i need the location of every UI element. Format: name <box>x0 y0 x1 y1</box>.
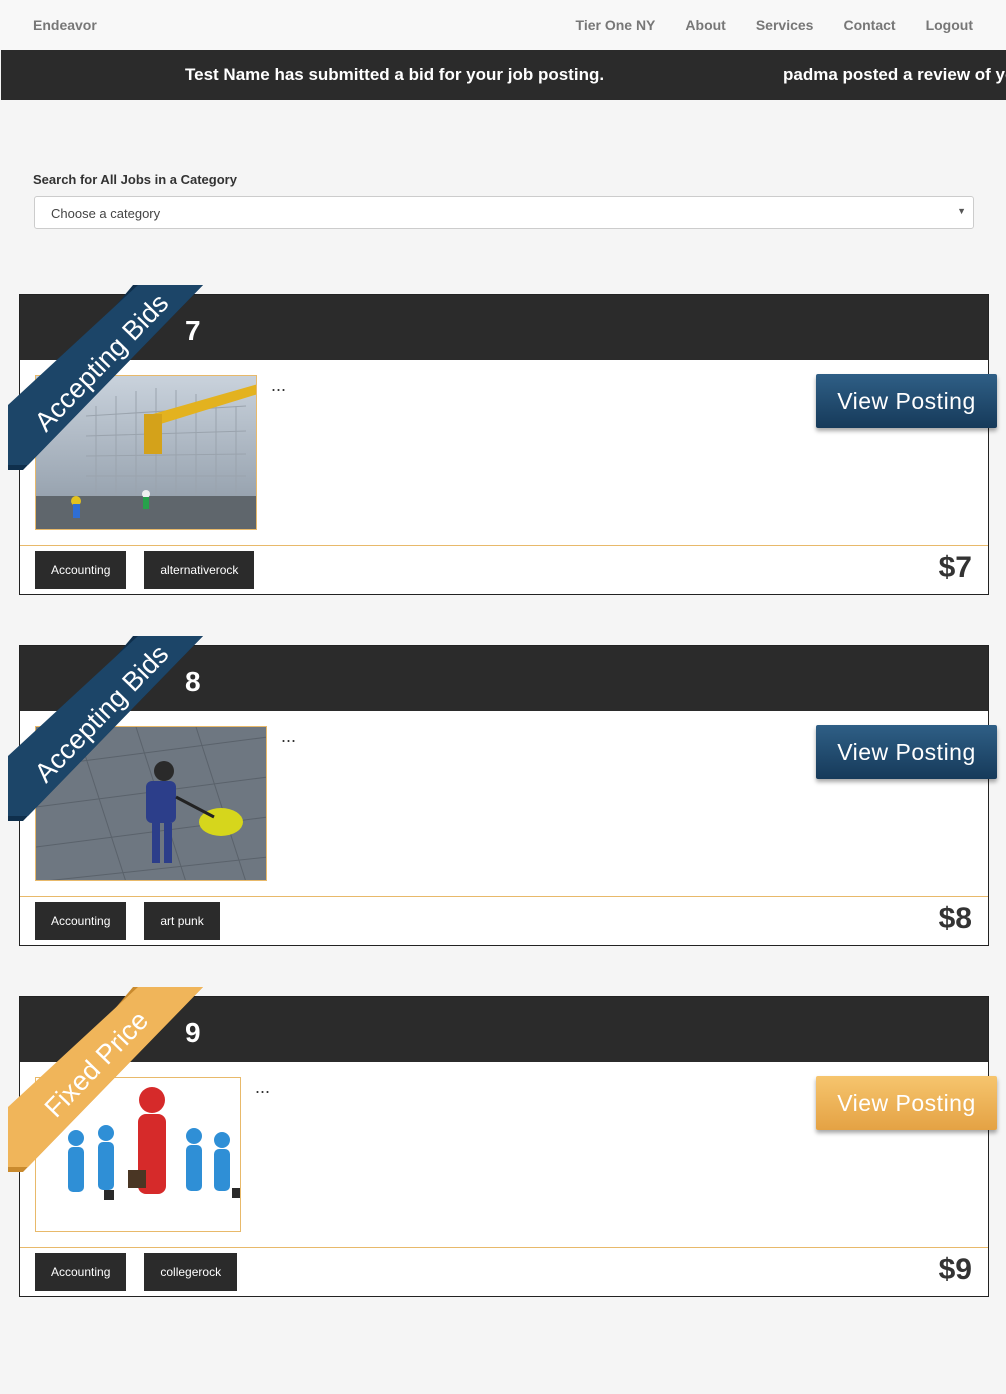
nav-link-services[interactable]: Services <box>756 17 814 33</box>
job-number: 8 <box>185 666 201 697</box>
job-thumbnail <box>35 1077 241 1232</box>
tag-collegerock[interactable]: collegerock <box>144 1253 238 1291</box>
nav-link-about[interactable]: About <box>685 17 725 33</box>
ticker-message: padma posted a review of yo <box>783 65 1006 84</box>
job-price: $7 <box>938 551 972 584</box>
job-description: ... <box>281 726 297 746</box>
tag-accounting[interactable]: Accounting <box>35 551 127 589</box>
category-search-label: Search for All Jobs in a Category <box>33 172 237 187</box>
job-card: 9 ... View Posting Accounting collegeroc… <box>8 987 997 1297</box>
card-divider <box>20 896 988 897</box>
nav-links: Tier One NY About Services Contact Logou… <box>576 17 973 33</box>
job-price: $9 <box>938 1253 972 1286</box>
job-tags: Accounting art punk <box>35 902 220 940</box>
tag-accounting[interactable]: Accounting <box>35 902 127 940</box>
job-thumbnail <box>35 375 257 530</box>
business-people-illustration-icon <box>36 1078 240 1231</box>
view-posting-button[interactable]: View Posting <box>816 1076 997 1130</box>
top-navbar: Endeavor Tier One NY About Services Cont… <box>0 0 1006 50</box>
nav-link-tier-one-ny[interactable]: Tier One NY <box>576 17 656 33</box>
nav-link-contact[interactable]: Contact <box>843 17 895 33</box>
card-divider <box>20 545 988 546</box>
nav-link-logout[interactable]: Logout <box>926 17 973 33</box>
tag-accounting[interactable]: Accounting <box>35 1253 127 1291</box>
job-description: ... <box>271 375 287 395</box>
job-card: 8 ... View Posting Accounting art punk $… <box>8 636 997 946</box>
tag-art-punk[interactable]: art punk <box>144 902 220 940</box>
view-posting-button[interactable]: View Posting <box>816 725 997 779</box>
dropdown-caret-icon: ▼ <box>957 206 966 216</box>
job-card-header: 9 <box>20 997 988 1062</box>
job-card: 7 ... View Posting Accounting alternativ… <box>8 285 997 595</box>
job-price: $8 <box>938 902 972 935</box>
card-divider <box>20 1247 988 1248</box>
construction-photo-icon <box>36 376 256 529</box>
job-tags: Accounting collegerock <box>35 1253 238 1291</box>
ticker-message: Test Name has submitted a bid for your j… <box>185 65 605 84</box>
floor-cleaning-photo-icon <box>36 727 266 880</box>
job-number: 7 <box>185 315 201 346</box>
job-card-header: 7 <box>20 295 988 360</box>
job-card-header: 8 <box>20 646 988 711</box>
job-tags: Accounting alternativerock <box>35 551 255 589</box>
notification-ticker: Test Name has submitted a bid for your j… <box>1 50 1006 100</box>
category-select-value: Choose a category <box>51 206 161 221</box>
job-number: 9 <box>185 1017 201 1048</box>
tag-alternativerock[interactable]: alternativerock <box>144 551 255 589</box>
category-select[interactable]: Choose a category ▼ <box>34 196 974 229</box>
view-posting-button[interactable]: View Posting <box>816 374 997 428</box>
job-thumbnail <box>35 726 267 881</box>
job-description: ... <box>255 1077 271 1097</box>
brand-logo[interactable]: Endeavor <box>33 17 97 33</box>
